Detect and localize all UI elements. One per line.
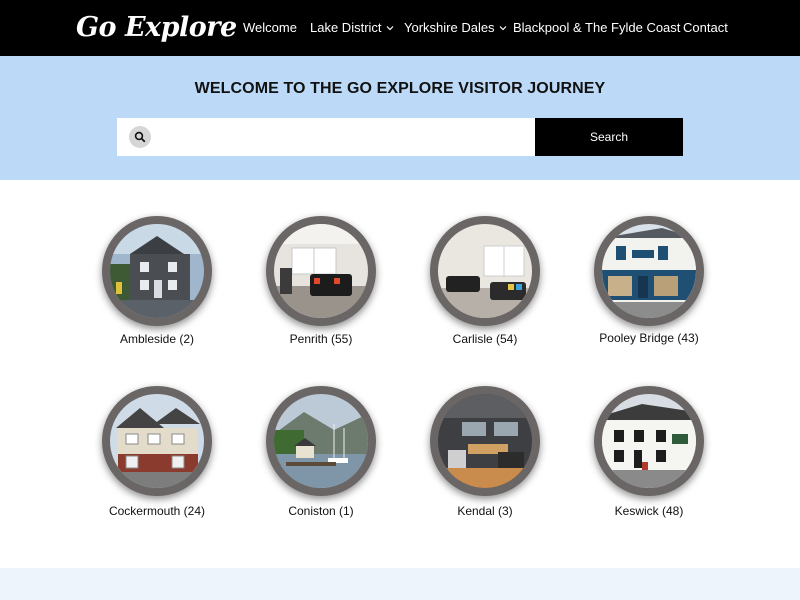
living-room-window-photo xyxy=(438,224,532,318)
location-label[interactable]: Ambleside (2) xyxy=(77,332,237,346)
chevron-down-icon xyxy=(386,24,394,32)
search-button[interactable]: Search xyxy=(535,118,683,156)
location-label[interactable]: Cockermouth (24) xyxy=(77,504,237,518)
top-navigation-bar: Go Explore Welcome Lake District Yorkshi… xyxy=(0,0,800,56)
chevron-down-icon xyxy=(499,24,507,32)
living-room-photo xyxy=(274,224,368,318)
nav-item-yorkshire-dales[interactable]: Yorkshire Dales xyxy=(404,20,507,35)
nav-item-label: Welcome xyxy=(243,20,297,35)
location-thumbnail[interactable] xyxy=(266,216,376,326)
search-icon xyxy=(129,126,151,148)
location-thumbnail[interactable] xyxy=(594,386,704,496)
location-thumbnail[interactable] xyxy=(430,386,540,496)
location-label[interactable]: Carlisle (54) xyxy=(405,332,565,346)
stone-house-photo xyxy=(110,224,204,318)
location-label[interactable]: Keswick (48) xyxy=(569,504,729,518)
nav-item-welcome[interactable]: Welcome xyxy=(243,20,297,35)
search-input[interactable] xyxy=(161,118,531,156)
shop-front-photo xyxy=(602,224,696,318)
nav-item-contact[interactable]: Contact xyxy=(683,20,728,35)
nav-item-blackpool[interactable]: Blackpool & The Fylde Coast xyxy=(513,20,680,35)
nav-item-label: Contact xyxy=(683,20,728,35)
location-thumbnail[interactable] xyxy=(594,216,704,326)
lake-jetty-photo xyxy=(274,394,368,488)
location-label[interactable]: Pooley Bridge (43) xyxy=(569,331,729,345)
location-label[interactable]: Kendal (3) xyxy=(405,504,565,518)
search-box xyxy=(117,118,535,156)
white-pub-photo xyxy=(602,394,696,488)
location-label[interactable]: Coniston (1) xyxy=(241,504,401,518)
nav-item-label: Lake District xyxy=(310,20,382,35)
page-title: WELCOME TO THE GO EXPLORE VISITOR JOURNE… xyxy=(194,80,606,97)
footer-band xyxy=(0,568,800,600)
location-label[interactable]: Penrith (55) xyxy=(241,332,401,346)
nav-item-label: Blackpool & The Fylde Coast xyxy=(513,20,681,35)
location-thumbnail[interactable] xyxy=(102,386,212,496)
motorhome-interior-photo xyxy=(438,394,532,488)
location-thumbnail[interactable] xyxy=(266,386,376,496)
nav-item-lake-district[interactable]: Lake District xyxy=(310,20,394,35)
site-logo[interactable]: Go Explore xyxy=(76,10,237,46)
location-thumbnail[interactable] xyxy=(102,216,212,326)
brick-house-photo xyxy=(110,394,204,488)
nav-item-label: Yorkshire Dales xyxy=(404,20,495,35)
location-thumbnail[interactable] xyxy=(430,216,540,326)
